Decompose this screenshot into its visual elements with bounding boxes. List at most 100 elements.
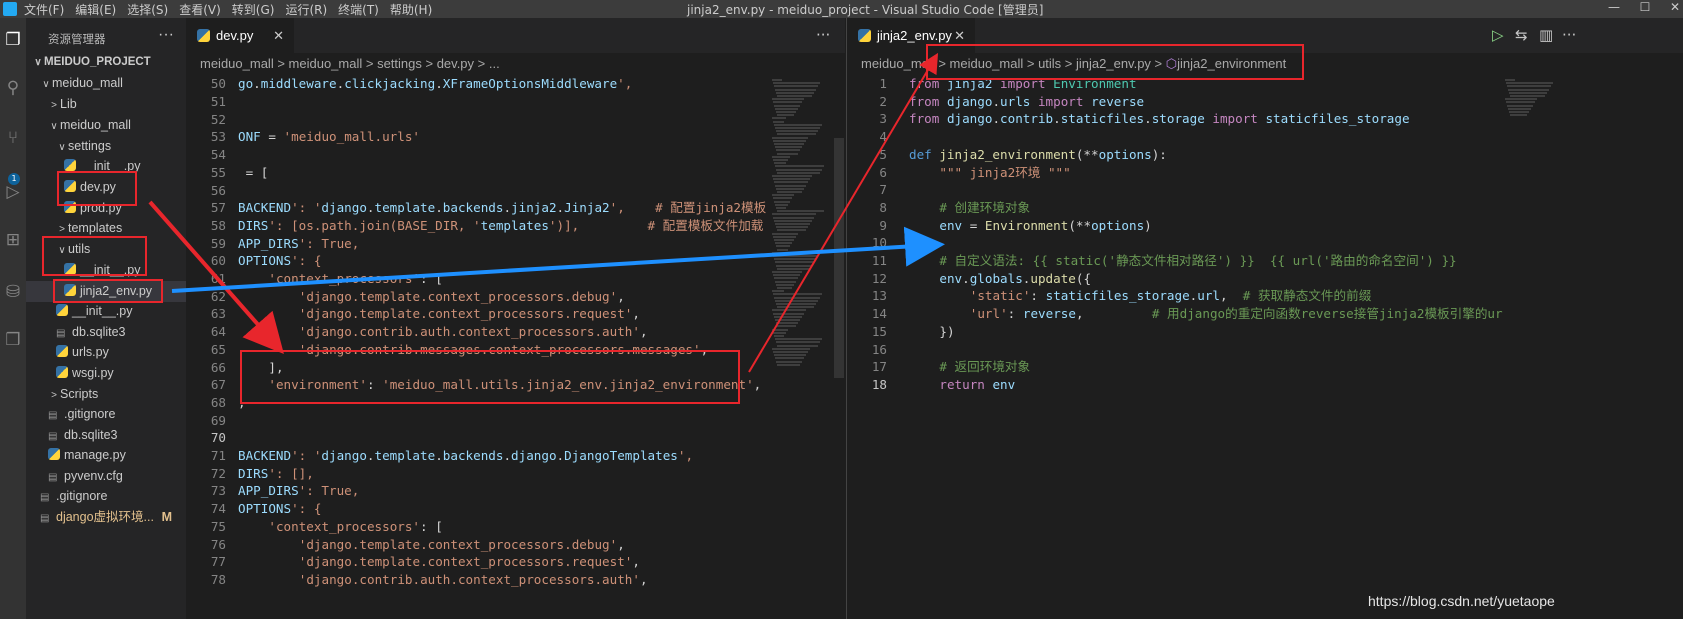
line-number: 63 xyxy=(210,306,226,322)
more-actions-icon[interactable]: ··· xyxy=(158,26,174,44)
minimap-line xyxy=(773,312,804,315)
line-number: 73 xyxy=(210,483,226,499)
menu-terminal[interactable]: 终端(T) xyxy=(338,1,379,18)
tree-item[interactable]: ▤ pyvenv.cfg xyxy=(26,466,186,487)
line-number: 51 xyxy=(210,94,226,109)
line-number: 61 xyxy=(210,271,226,286)
minimap-line xyxy=(1507,104,1533,107)
explorer-icon[interactable]: ❐ xyxy=(1,28,25,52)
line-number: 3 xyxy=(879,111,887,127)
window-title: jinja2_env.py - meiduo_project - Visual … xyxy=(687,3,1044,17)
extensions-icon[interactable]: ⊞ xyxy=(1,228,25,252)
database-icon[interactable]: ⛁ xyxy=(1,280,25,304)
tree-item[interactable]: ▤ django虚拟环境... M xyxy=(26,507,186,528)
minimap-line xyxy=(775,338,822,341)
code-line: # 自定义语法: {{ static('静态文件相对路径') }} {{ url… xyxy=(939,253,1457,268)
code-line: BACKEND': 'django.template.backends.djan… xyxy=(238,448,694,463)
tree-item[interactable]: ▤ db.sqlite3 xyxy=(26,425,186,446)
line-number: 10 xyxy=(871,235,887,251)
tree-item-label: urls.py xyxy=(72,345,109,359)
left-minimap[interactable] xyxy=(770,75,834,619)
tree-item[interactable]: ∨ MEIDUO_PROJECT xyxy=(26,52,186,73)
minimap-line xyxy=(775,261,814,264)
minimap-line xyxy=(1506,101,1535,104)
minimap-line xyxy=(773,101,802,104)
minimap-line xyxy=(775,127,820,129)
annotation-box-breadcrumb xyxy=(926,44,1304,80)
menu-bar: 文件(F) 编辑(E) 选择(S) 查看(V) 转到(G) 运行(R) 终端(T… xyxy=(24,1,432,18)
menu-go[interactable]: 转到(G) xyxy=(232,1,275,18)
tree-item-label: db.sqlite3 xyxy=(72,325,126,339)
minimap-line xyxy=(776,264,812,267)
line-number: 50 xyxy=(210,76,226,91)
code-line: BACKEND': 'django.template.backends.jinj… xyxy=(238,200,766,216)
minimap-line xyxy=(777,325,796,328)
chevron-right-icon: > xyxy=(51,100,57,111)
editor-more-icon[interactable]: ··· xyxy=(1562,26,1576,44)
line-number: 7 xyxy=(879,182,887,198)
menu-run[interactable]: 运行(R) xyxy=(285,1,327,18)
tree-item[interactable]: ▤ .gitignore xyxy=(26,404,186,425)
line-number: 53 xyxy=(210,129,226,145)
menu-view[interactable]: 查看(V) xyxy=(179,1,221,18)
tree-item[interactable]: ∨ meiduo_mall xyxy=(26,73,186,94)
tree-item-label: Scripts xyxy=(60,387,99,401)
code-line: ONF = 'meiduo_mall.urls' xyxy=(238,129,421,145)
line-number: 4 xyxy=(879,129,887,145)
tree-item[interactable]: wsgi.py xyxy=(26,363,186,384)
code-line: = [ xyxy=(245,164,269,180)
code-line: """ jinja2环境 """ xyxy=(939,164,1071,180)
minimap-line xyxy=(775,88,816,91)
right-code-area[interactable]: from jinja2 import Environment from djang… xyxy=(909,18,1559,619)
tree-item[interactable]: > Scripts xyxy=(26,384,186,405)
maximize-icon[interactable]: ☐ xyxy=(1630,0,1660,18)
line-number: 69 xyxy=(210,412,226,428)
line-number: 67 xyxy=(210,377,226,393)
vscode-logo-icon xyxy=(3,2,17,16)
docker-icon[interactable]: ❒ xyxy=(1,328,25,352)
search-icon[interactable]: ⚲ xyxy=(1,76,25,100)
run-debug-icon[interactable]: ▷ xyxy=(1,180,25,204)
close-window-icon[interactable]: ✕ xyxy=(1660,0,1683,18)
code-line: OPTIONS': { xyxy=(238,501,322,517)
line-number: 70 xyxy=(210,430,226,446)
tree-item-label: django虚拟环境... xyxy=(56,510,154,524)
left-scrollbar[interactable] xyxy=(834,138,844,378)
minimize-icon[interactable]: — xyxy=(1599,0,1629,18)
minimap-line xyxy=(776,245,790,248)
menu-file[interactable]: 文件(F) xyxy=(24,1,64,18)
tree-item[interactable]: ▤ db.sqlite3 xyxy=(26,322,186,343)
tree-item[interactable]: > Lib xyxy=(26,94,186,115)
line-number: 72 xyxy=(210,465,226,481)
code-line: 'django.contrib.auth.context_processors.… xyxy=(298,571,648,587)
tree-item[interactable]: ∨ settings xyxy=(26,136,186,157)
minimap-line xyxy=(776,168,822,171)
annotation-box-environment-setting xyxy=(240,350,740,404)
code-line: DIRS': [], xyxy=(238,465,314,481)
source-control-icon[interactable]: ⑂ xyxy=(1,126,25,150)
annotation-box-jinja2-env-py xyxy=(53,279,163,303)
menu-selection[interactable]: 选择(S) xyxy=(127,1,168,18)
minimap-line xyxy=(776,187,804,190)
tree-item[interactable]: __init__.py xyxy=(26,301,186,322)
minimap-line xyxy=(1505,98,1537,101)
line-number: 54 xyxy=(210,147,226,163)
code-line: 'context_processors': [ xyxy=(268,518,443,534)
tree-item-label: settings xyxy=(68,139,112,153)
menu-edit[interactable]: 编辑(E) xyxy=(75,1,116,18)
line-number: 56 xyxy=(210,182,226,198)
left-code-area[interactable]: go.middleware.clickjacking.XFrameOptions… xyxy=(238,18,766,619)
line-number: 11 xyxy=(871,253,887,268)
tree-item[interactable]: manage.py xyxy=(26,445,186,466)
tree-item[interactable]: ▤ .gitignore xyxy=(26,486,186,507)
modified-badge: M xyxy=(161,510,172,524)
right-minimap[interactable] xyxy=(1503,75,1567,619)
editor-more-icon[interactable]: ··· xyxy=(816,26,830,44)
tree-item[interactable]: urls.py xyxy=(26,342,186,363)
menu-help[interactable]: 帮助(H) xyxy=(390,1,432,18)
minimap-line xyxy=(772,309,806,312)
minimap-line xyxy=(772,290,784,293)
line-number: 5 xyxy=(879,146,887,162)
tree-item[interactable]: ∨ meiduo_mall xyxy=(26,115,186,136)
minimap-line xyxy=(776,207,786,209)
